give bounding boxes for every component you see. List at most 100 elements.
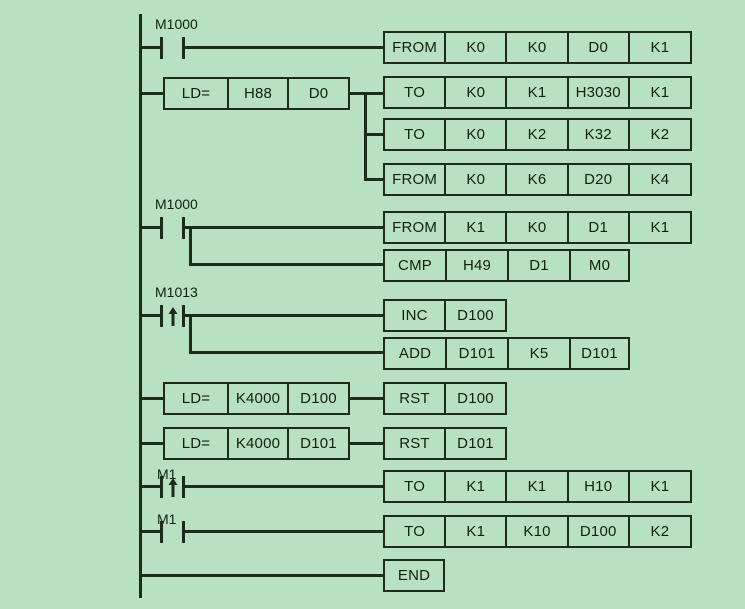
wire-rail-to-compare-2: [139, 92, 164, 95]
cell-operand-4: K1: [650, 39, 670, 56]
cell-operand-2: K1: [507, 472, 569, 501]
instruction-block-inc-d100[interactable]: INC D100: [383, 299, 507, 332]
wire-contact-to-block-8: [182, 530, 385, 533]
cell-operand-2: D0: [308, 85, 329, 102]
cell-operand-3: K32: [569, 120, 630, 149]
cell-opcode: ADD: [385, 339, 447, 368]
instruction-block-add-d101-k5-d101[interactable]: ADD D101 K5 D101: [383, 337, 630, 370]
instruction-block-to-k1-k10-d100-k2[interactable]: TO K1 K10 D100 K2: [383, 515, 692, 548]
wire-branch-to-block-2c: [364, 178, 385, 181]
cell-operand-2: K0: [507, 33, 569, 62]
cell-operand-2: K0: [507, 213, 569, 242]
wire-contact-to-block-7: [182, 485, 385, 488]
cell-operand-3: M0: [588, 257, 611, 274]
cell-operand-1: K1: [446, 472, 508, 501]
cell-operand-1: H88: [229, 79, 289, 108]
wire-branch-to-cmp: [189, 263, 385, 266]
rising-edge-arrow-icon: [166, 477, 179, 503]
wire-rail-to-contact-1: [139, 46, 163, 49]
cell-operand-1: K0: [446, 33, 508, 62]
cell-operand-2: D100: [300, 390, 337, 407]
wire-rail-to-contact-3: [139, 226, 163, 229]
branch-vertical-rung-2: [364, 92, 367, 180]
cell-opcode: INC: [385, 301, 446, 330]
cell-opcode: TO: [385, 120, 447, 149]
wire-rail-to-contact-4: [139, 314, 163, 317]
instruction-block-from-k0-k0-d0-k1[interactable]: FROM K0 K0 D0 K1: [383, 31, 692, 64]
cell-operand-4: K4: [650, 171, 670, 188]
contact-label-m1013: M1013: [155, 284, 198, 300]
cell-opcode: RST: [385, 429, 446, 458]
cell-operand-1: K1: [446, 213, 508, 242]
instruction-block-rst-d100[interactable]: RST D100: [383, 382, 507, 415]
cell-operand-1: K1: [446, 517, 508, 546]
cell-opcode: TO: [385, 472, 447, 501]
cell-operand-3: D101: [581, 345, 618, 362]
cell-operand-3: H10: [569, 472, 630, 501]
instruction-block-from-k1-k0-d1-k1[interactable]: FROM K1 K0 D1 K1: [383, 211, 692, 244]
wire-branch-to-add: [189, 351, 385, 354]
cell-operand-4: K1: [650, 478, 670, 495]
contact-label-m1000-b: M1000: [155, 196, 198, 212]
instruction-block-to-k1-k1-h10-k1[interactable]: TO K1 K1 H10 K1: [383, 470, 692, 503]
cell-operand-1: K0: [446, 120, 508, 149]
cell-operand-4: K2: [650, 523, 670, 540]
ladder-diagram-canvas: M1000 FROM K0 K0 D0 K1 LD= H88 D0 TO K0 …: [0, 0, 745, 609]
instruction-block-to-k0-k1-h3030-k1[interactable]: TO K0 K1 H3030 K1: [383, 76, 692, 109]
compare-block-ld-equal-h88-d0[interactable]: LD= H88 D0: [163, 77, 350, 110]
branch-vertical-rung-4: [189, 314, 192, 354]
cell-compare-op: LD=: [165, 429, 229, 458]
wire-rail-to-compare-6: [139, 442, 164, 445]
instruction-block-rst-d101[interactable]: RST D101: [383, 427, 507, 460]
cell-operand-2: D1: [509, 251, 571, 280]
wire-compare-to-branch-2: [350, 92, 385, 95]
cell-operand-4: K1: [650, 219, 670, 236]
instruction-block-cmp-h49-d1-m0[interactable]: CMP H49 D1 M0: [383, 249, 630, 282]
wire-contact-to-block-3: [182, 226, 385, 229]
cell-operand-2: K6: [507, 165, 569, 194]
cell-operand-1: K4000: [229, 429, 289, 458]
wire-rail-to-contact-8: [139, 530, 163, 533]
cell-operand-1: H49: [447, 251, 509, 280]
cell-operand-3: D0: [569, 33, 630, 62]
instruction-block-to-k0-k2-k32-k2[interactable]: TO K0 K2 K32 K2: [383, 118, 692, 151]
wire-compare-to-rst-5: [350, 397, 385, 400]
cell-operand-2: K2: [507, 120, 569, 149]
wire-rail-to-compare-5: [139, 397, 164, 400]
cell-compare-op: LD=: [165, 79, 229, 108]
cell-opcode: TO: [385, 517, 447, 546]
cell-opcode: FROM: [385, 33, 447, 62]
cell-operand-3: D1: [569, 213, 630, 242]
cell-operand-2: D101: [300, 435, 337, 452]
cell-operand-2: K1: [507, 78, 569, 107]
cell-opcode: TO: [385, 78, 447, 107]
instruction-block-from-k0-k6-d20-k4[interactable]: FROM K0 K6 D20 K4: [383, 163, 692, 196]
cell-operand-3: D100: [569, 517, 630, 546]
compare-block-ld-equal-k4000-d100[interactable]: LD= K4000 D100: [163, 382, 350, 415]
cell-opcode: RST: [385, 384, 446, 413]
cell-operand-4: K2: [650, 126, 670, 143]
cell-operand-1: D100: [457, 307, 494, 324]
cell-opcode: END: [397, 567, 431, 584]
instruction-block-end[interactable]: END: [383, 559, 445, 592]
cell-operand-3: H3030: [569, 78, 630, 107]
branch-vertical-rung-3: [189, 226, 192, 266]
cell-operand-2: K10: [507, 517, 569, 546]
cell-opcode: FROM: [385, 213, 447, 242]
wire-contact-to-block-1: [182, 46, 385, 49]
left-power-rail: [139, 14, 142, 598]
compare-block-ld-equal-k4000-d101[interactable]: LD= K4000 D101: [163, 427, 350, 460]
cell-opcode: FROM: [385, 165, 447, 194]
cell-operand-1: K0: [446, 78, 508, 107]
cell-operand-2: K5: [509, 339, 571, 368]
cell-operand-1: K0: [446, 165, 508, 194]
cell-compare-op: LD=: [165, 384, 229, 413]
wire-rail-to-contact-7: [139, 485, 163, 488]
cell-opcode: CMP: [385, 251, 447, 280]
cell-operand-1: K4000: [229, 384, 289, 413]
wire-compare-to-rst-6: [350, 442, 385, 445]
cell-operand-4: K1: [650, 84, 670, 101]
contact-label-m1000-a: M1000: [155, 16, 198, 32]
cell-operand-1: D101: [447, 339, 509, 368]
wire-rail-to-end: [139, 574, 385, 577]
